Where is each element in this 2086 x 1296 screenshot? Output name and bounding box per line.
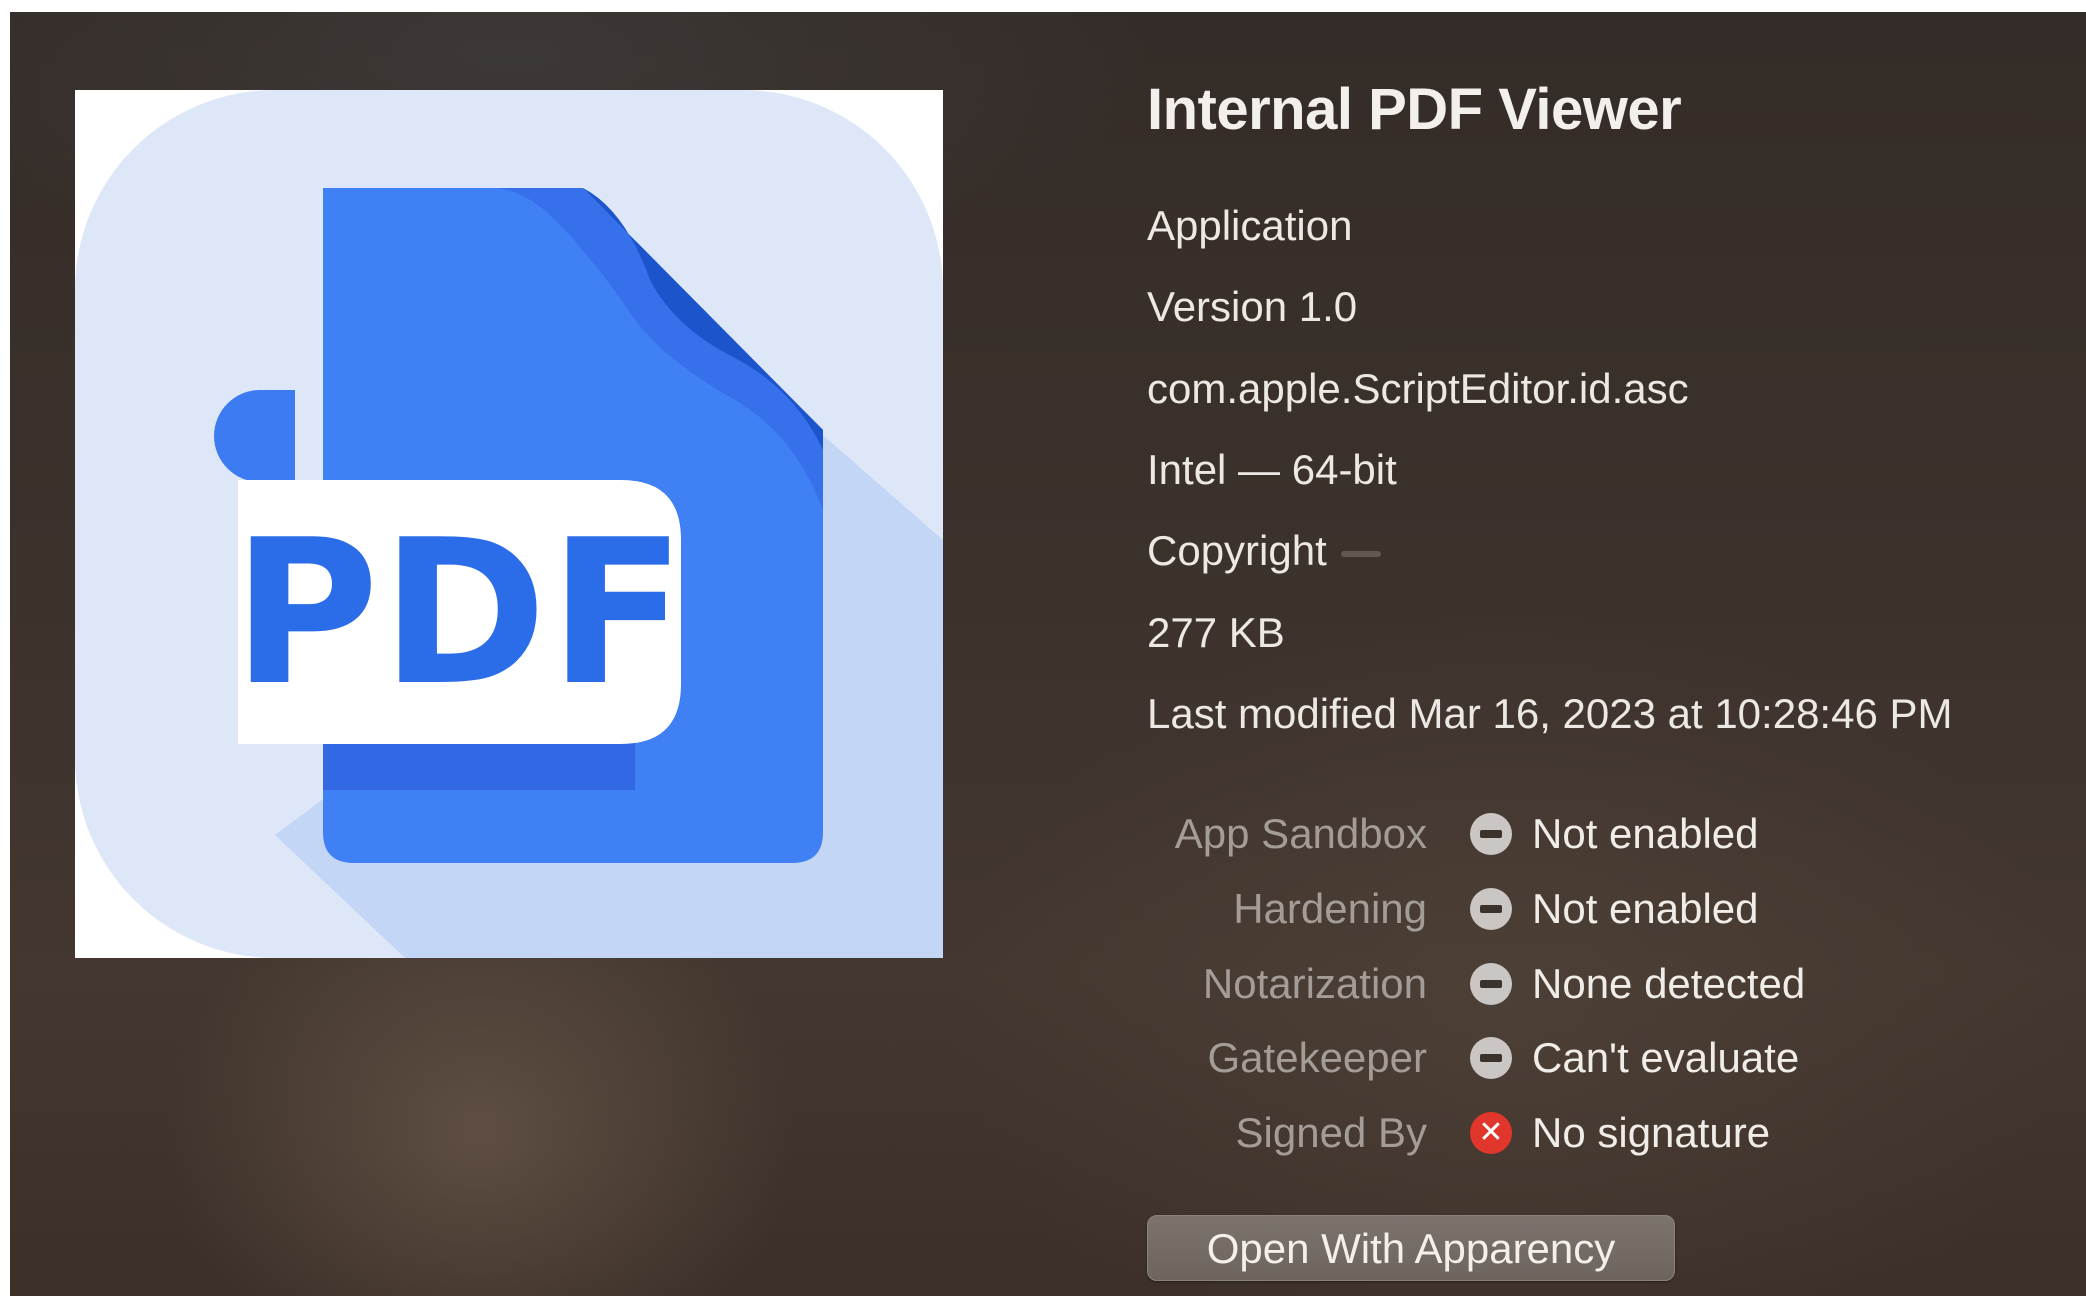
security-label: Hardening xyxy=(1233,885,1427,932)
security-label: Signed By xyxy=(1235,1109,1427,1156)
minus-circle-icon xyxy=(1470,888,1512,930)
architecture: Intel — 64-bit xyxy=(1147,446,1397,493)
security-value: Can't evaluate xyxy=(1532,1034,1800,1081)
bundle-identifier: com.apple.ScriptEditor.id.asc xyxy=(1147,365,1689,412)
svg-text:PDF: PDF xyxy=(232,497,687,730)
x-circle-icon: ✕ xyxy=(1470,1112,1512,1154)
security-value: No signature xyxy=(1532,1109,1771,1156)
copyright-redaction xyxy=(1340,550,1381,557)
security-row-hardening: Hardening Not enabled xyxy=(1147,879,1947,939)
app-kind: Application xyxy=(1147,202,1353,249)
copyright-line: Copyright xyxy=(1147,527,1381,575)
app-name: Internal PDF Viewer xyxy=(1147,77,1682,142)
security-value: Not enabled xyxy=(1532,810,1759,857)
minus-circle-icon xyxy=(1470,813,1512,855)
open-with-apparency-button[interactable]: Open With Apparency xyxy=(1147,1215,1675,1281)
minus-circle-icon xyxy=(1470,963,1512,1005)
security-value: Not enabled xyxy=(1532,885,1759,932)
security-row-notarization: Notarization None detected xyxy=(1147,954,1947,1014)
security-label: Gatekeeper xyxy=(1207,1034,1427,1081)
copyright-text: Copyright xyxy=(1147,527,1327,574)
security-value: None detected xyxy=(1532,960,1806,1007)
app-version: Version 1.0 xyxy=(1147,283,1358,330)
security-label: Notarization xyxy=(1202,960,1427,1007)
file-size: 277 KB xyxy=(1147,609,1285,656)
security-row-app-sandbox: App Sandbox Not enabled xyxy=(1147,804,1947,864)
security-row-gatekeeper: Gatekeeper Can't evaluate xyxy=(1147,1028,1947,1088)
last-modified: Last modified Mar 16, 2023 at 10:28:46 P… xyxy=(1147,690,1953,737)
security-label: App Sandbox xyxy=(1174,810,1427,857)
security-row-signed-by: Signed By ✕ No signature xyxy=(1147,1103,1947,1163)
minus-circle-icon xyxy=(1470,1037,1512,1079)
pdf-document-icon: PDF xyxy=(75,90,943,958)
quick-look-window: PDF Internal PDF Viewer Application Vers… xyxy=(10,12,2086,1296)
